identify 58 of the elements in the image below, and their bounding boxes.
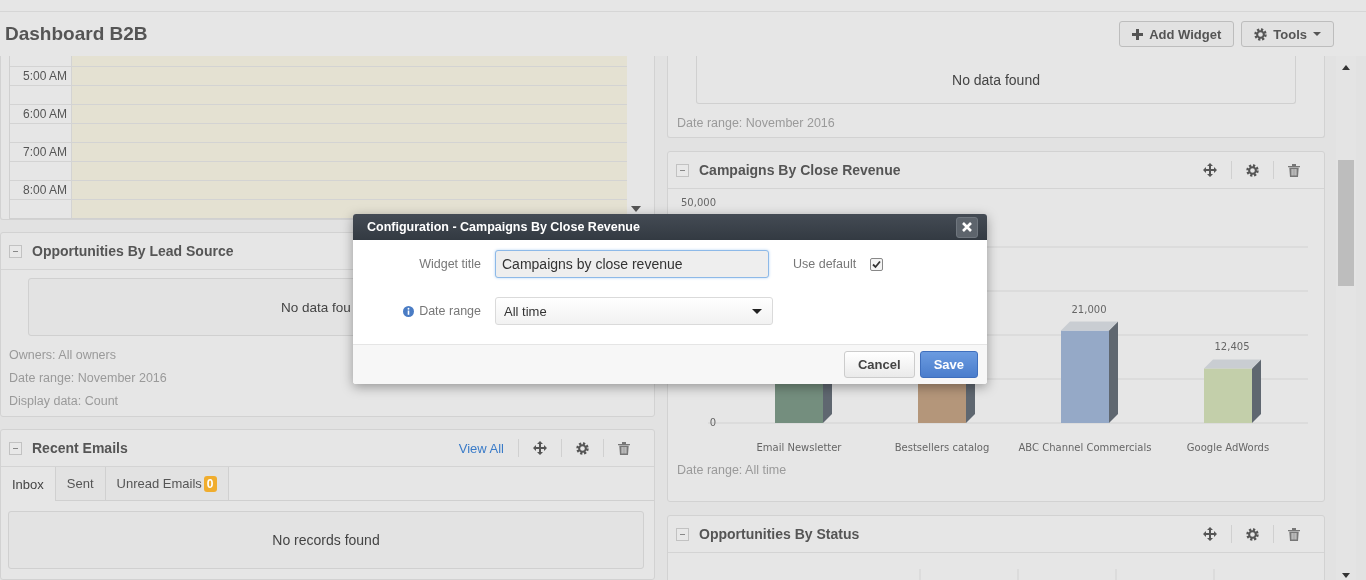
checkbox-label: Use default (793, 257, 857, 272)
collapse-icon[interactable] (9, 244, 22, 258)
filter-info: Display data: Count (9, 393, 120, 410)
category-label: Bestsellers catalog (894, 442, 990, 453)
filter-info: Date range: November 2016 (676, 115, 836, 130)
info-icon (403, 305, 415, 317)
panel-title: Campaigns By Close Revenue (699, 162, 902, 178)
filter-info: Date range: All time (676, 462, 788, 477)
trash-icon[interactable] (1288, 163, 1300, 177)
scroll-down-icon[interactable] (630, 206, 641, 212)
use-default-checkbox[interactable] (870, 257, 884, 271)
category-label: Google AdWords (1186, 442, 1270, 453)
widget-title-field[interactable]: Campaigns by close revenue (495, 250, 769, 279)
scroll-up-icon[interactable] (1342, 65, 1350, 70)
tools-button[interactable]: Tools (1241, 21, 1334, 47)
plus-icon (1132, 28, 1144, 40)
cancel-button[interactable]: Cancel (844, 351, 915, 379)
axis-label: 0 (709, 417, 716, 428)
gear-icon[interactable] (1254, 27, 1268, 41)
move-icon[interactable] (1203, 163, 1217, 177)
settings-icon[interactable] (576, 441, 589, 455)
add-widget-button[interactable]: Add Widget (1119, 21, 1235, 47)
view-all-link[interactable]: View All (458, 440, 504, 456)
move-icon[interactable] (1203, 527, 1217, 541)
trash-icon[interactable] (618, 441, 630, 455)
collapse-icon[interactable] (676, 163, 689, 177)
close-icon (962, 222, 972, 233)
panel-title: Opportunities By Lead Source (32, 243, 235, 259)
date-range-select[interactable]: All time (495, 297, 773, 326)
move-icon[interactable] (533, 441, 547, 455)
settings-icon[interactable] (1246, 527, 1259, 541)
value-label: 21,000 (1071, 303, 1107, 315)
empty-message: No data found (696, 56, 1296, 104)
field-label: Widget title (418, 257, 481, 272)
filter-info: Owners: All owners (9, 347, 117, 364)
save-button[interactable]: Save (919, 351, 978, 379)
filter-info: Date range: November 2016 (9, 370, 168, 387)
category-label: Email Newsletter (756, 442, 842, 453)
scroll-down-icon[interactable] (1342, 573, 1350, 578)
category-label: ABC Channel Commercials (1018, 442, 1152, 453)
trash-icon[interactable] (1288, 527, 1300, 541)
value-label: 12,405 (1214, 341, 1250, 353)
axis-label: 50,000 (681, 197, 716, 208)
email-tab[interactable]: Unread Emails 0 (105, 467, 229, 500)
collapse-icon[interactable] (676, 527, 689, 541)
dialog-title: Configuration - Campaigns By Close Revenue (367, 220, 640, 235)
page-title: Dashboard B2B (5, 23, 148, 45)
panel-title: Opportunities By Status (699, 526, 861, 542)
panel-title: Recent Emails (32, 440, 129, 456)
scrollbar-thumb[interactable] (1338, 160, 1354, 286)
field-label: Date range (419, 304, 481, 319)
email-tab[interactable]: Sent (55, 467, 106, 500)
bar (1204, 368, 1252, 423)
settings-icon[interactable] (1246, 163, 1259, 177)
collapse-icon[interactable] (9, 441, 22, 455)
empty-message: No records found (8, 511, 644, 569)
email-tab[interactable]: Inbox (1, 467, 56, 501)
close-button[interactable] (956, 216, 978, 238)
